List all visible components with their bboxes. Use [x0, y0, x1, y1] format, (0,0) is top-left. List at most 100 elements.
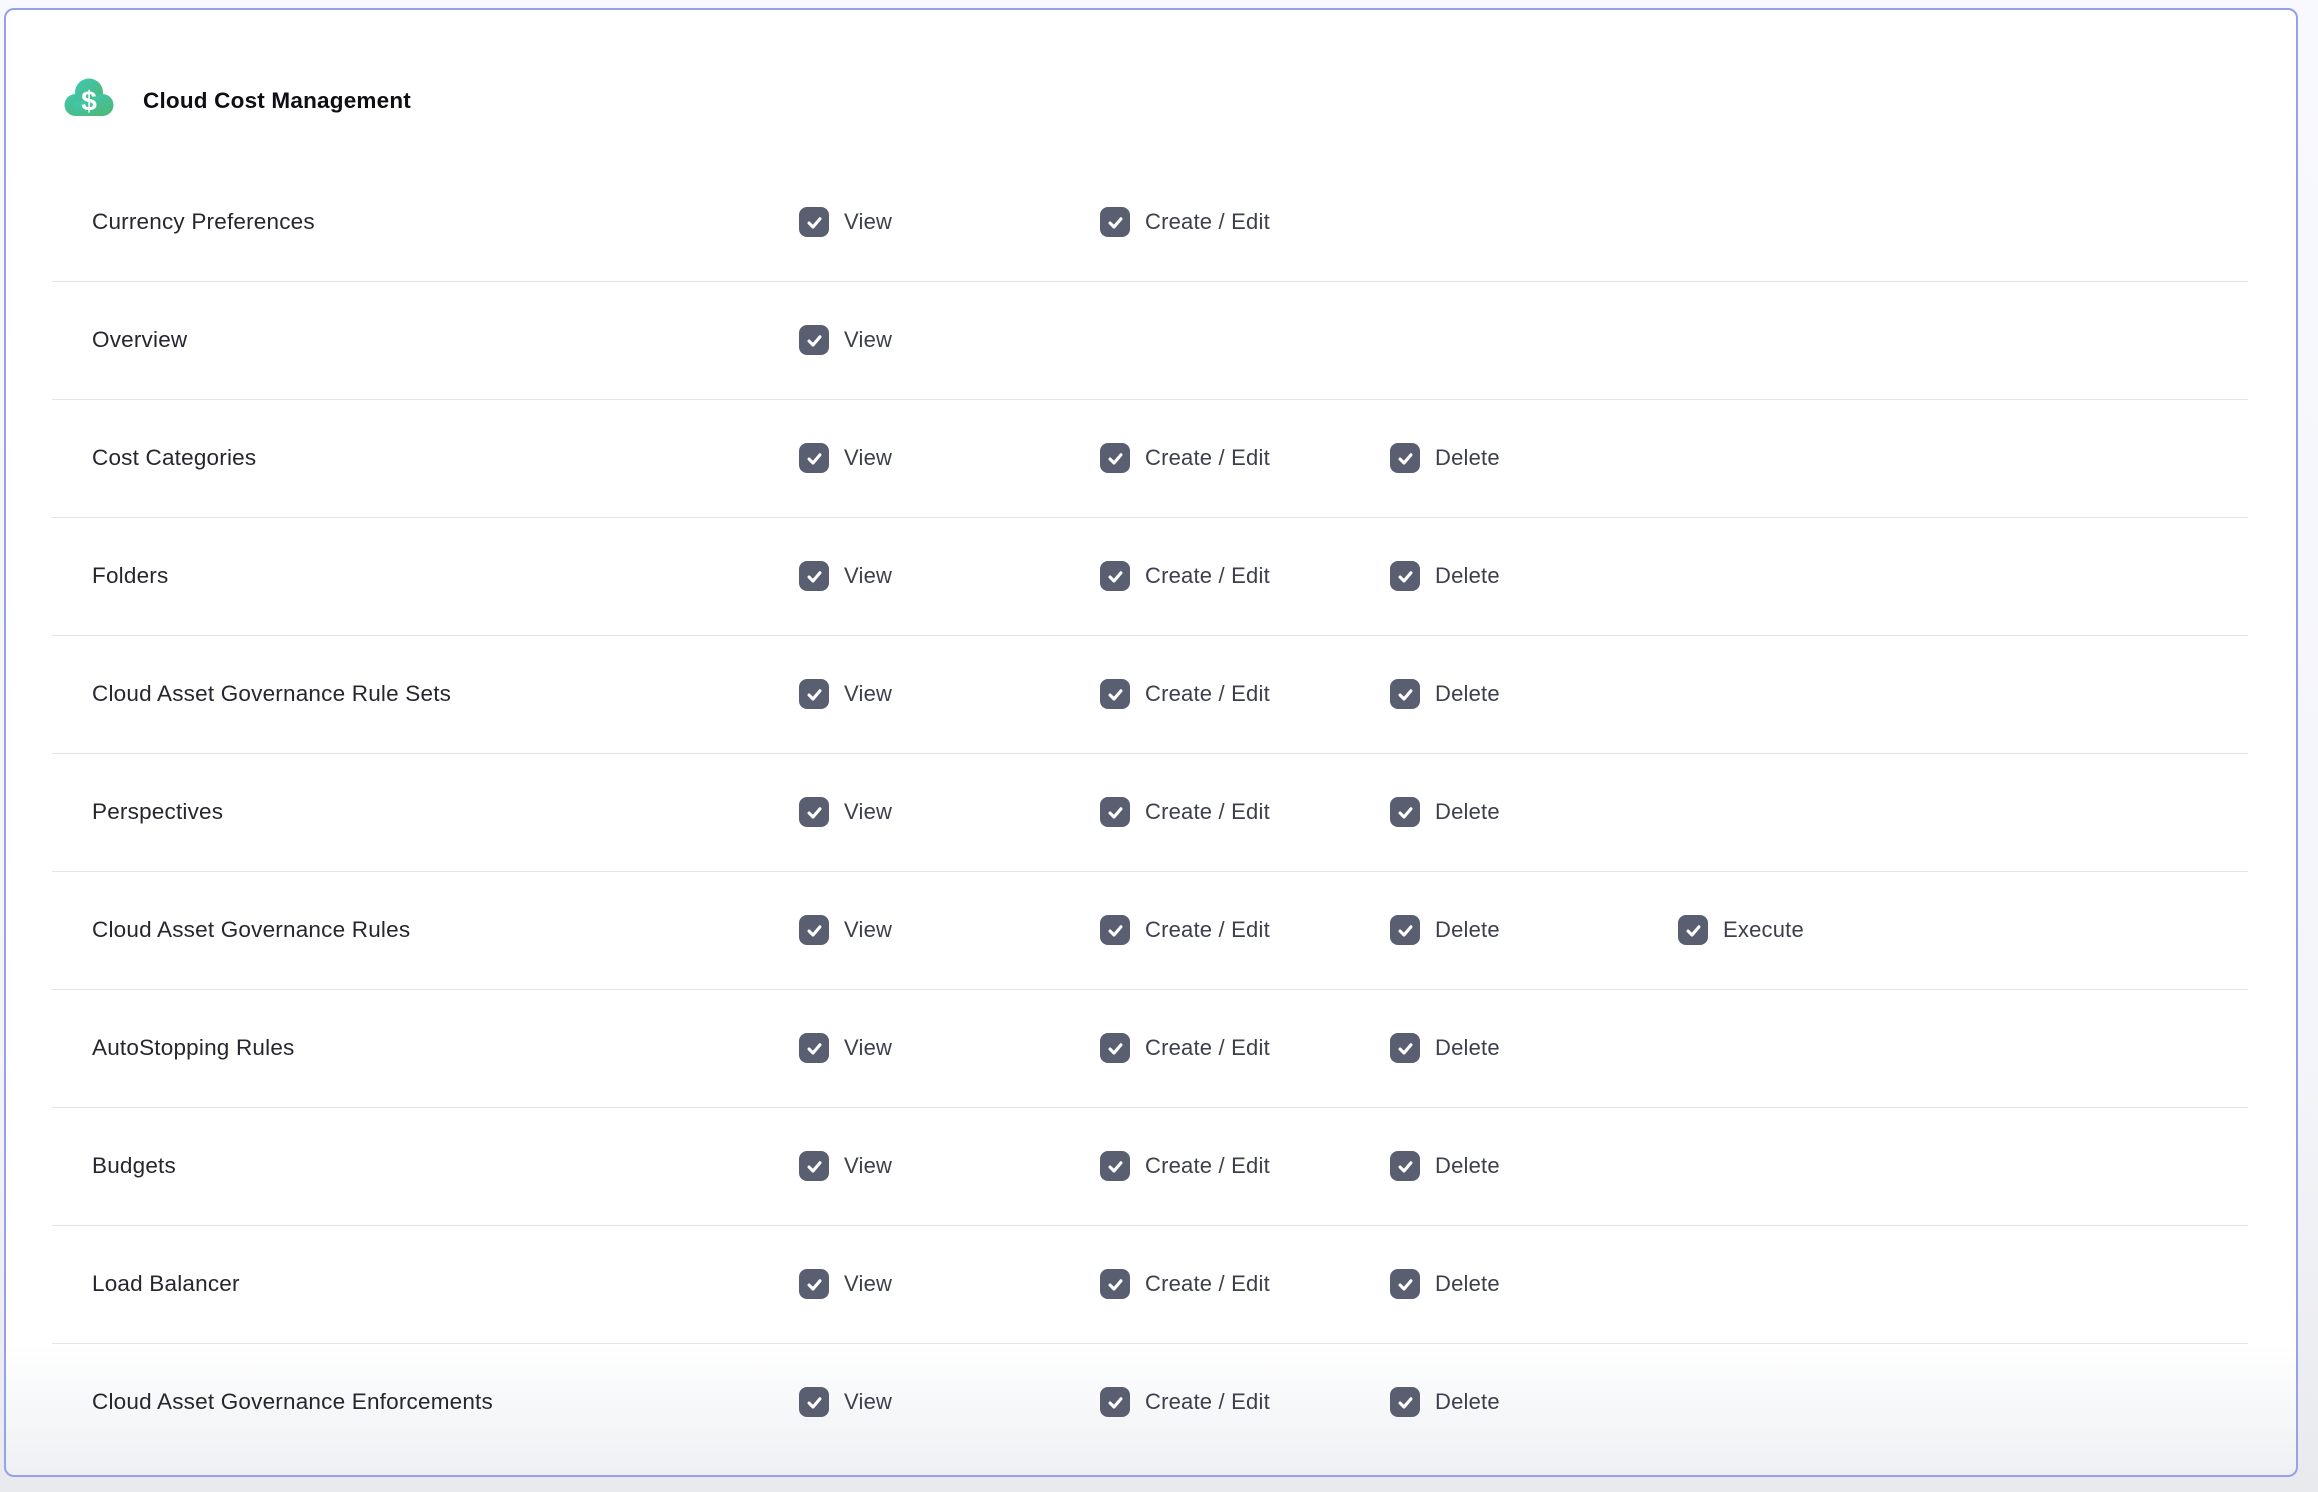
create-edit-checkbox[interactable]	[1100, 679, 1130, 709]
check-icon	[1106, 1393, 1125, 1412]
create-edit-permission[interactable]: Create / Edit	[1100, 1151, 1270, 1181]
permission-label: View	[844, 1271, 892, 1297]
create-edit-checkbox[interactable]	[1100, 1269, 1130, 1299]
delete-checkbox[interactable]	[1390, 679, 1420, 709]
check-icon	[1106, 1039, 1125, 1058]
check-icon	[1106, 921, 1125, 940]
permission-label: Create / Edit	[1145, 563, 1270, 589]
check-icon	[805, 213, 824, 232]
view-checkbox[interactable]	[799, 443, 829, 473]
create-edit-permission[interactable]: Create / Edit	[1100, 1269, 1270, 1299]
permission-label: Delete	[1435, 681, 1500, 707]
check-icon	[805, 449, 824, 468]
delete-permission[interactable]: Delete	[1390, 443, 1500, 473]
delete-permission[interactable]: Delete	[1390, 797, 1500, 827]
delete-permission[interactable]: Delete	[1390, 561, 1500, 591]
view-permission[interactable]: View	[799, 443, 892, 473]
view-checkbox[interactable]	[799, 1151, 829, 1181]
delete-permission[interactable]: Delete	[1390, 1269, 1500, 1299]
create-edit-checkbox[interactable]	[1100, 1033, 1130, 1063]
create-edit-permission[interactable]: Create / Edit	[1100, 1387, 1270, 1417]
check-icon	[1106, 685, 1125, 704]
create-edit-permission[interactable]: Create / Edit	[1100, 443, 1270, 473]
resource-label: Perspectives	[92, 799, 223, 825]
create-edit-checkbox[interactable]	[1100, 1151, 1130, 1181]
permission-label: View	[844, 209, 892, 235]
create-edit-checkbox[interactable]	[1100, 207, 1130, 237]
delete-permission[interactable]: Delete	[1390, 679, 1500, 709]
create-edit-permission[interactable]: Create / Edit	[1100, 915, 1270, 945]
create-edit-checkbox[interactable]	[1100, 915, 1130, 945]
view-checkbox[interactable]	[799, 1387, 829, 1417]
check-icon	[1396, 1393, 1415, 1412]
delete-permission[interactable]: Delete	[1390, 1387, 1500, 1417]
check-icon	[805, 331, 824, 350]
permission-row-autostopping-rules: AutoStopping Rules View Create / Edit De…	[6, 989, 2296, 1107]
delete-checkbox[interactable]	[1390, 561, 1420, 591]
check-icon	[1106, 803, 1125, 822]
create-edit-checkbox[interactable]	[1100, 1387, 1130, 1417]
delete-checkbox[interactable]	[1390, 1269, 1420, 1299]
view-permission[interactable]: View	[799, 1269, 892, 1299]
view-checkbox[interactable]	[799, 797, 829, 827]
delete-checkbox[interactable]	[1390, 797, 1420, 827]
execute-permission[interactable]: Execute	[1678, 915, 1804, 945]
resource-label: AutoStopping Rules	[92, 1035, 295, 1061]
delete-permission[interactable]: Delete	[1390, 915, 1500, 945]
create-edit-permission[interactable]: Create / Edit	[1100, 797, 1270, 827]
resource-label: Folders	[92, 563, 168, 589]
permission-label: Delete	[1435, 1271, 1500, 1297]
permission-label: Delete	[1435, 563, 1500, 589]
delete-checkbox[interactable]	[1390, 1387, 1420, 1417]
view-permission[interactable]: View	[799, 325, 892, 355]
permission-label: View	[844, 563, 892, 589]
create-edit-permission[interactable]: Create / Edit	[1100, 679, 1270, 709]
check-icon	[1396, 803, 1415, 822]
permission-label: View	[844, 681, 892, 707]
create-edit-checkbox[interactable]	[1100, 443, 1130, 473]
view-checkbox[interactable]	[799, 1269, 829, 1299]
view-checkbox[interactable]	[799, 561, 829, 591]
permission-label: Delete	[1435, 445, 1500, 471]
permission-label: Create / Edit	[1145, 209, 1270, 235]
check-icon	[1106, 449, 1125, 468]
delete-permission[interactable]: Delete	[1390, 1151, 1500, 1181]
view-checkbox[interactable]	[799, 679, 829, 709]
create-edit-permission[interactable]: Create / Edit	[1100, 1033, 1270, 1063]
view-permission[interactable]: View	[799, 1151, 892, 1181]
check-icon	[1106, 567, 1125, 586]
execute-checkbox[interactable]	[1678, 915, 1708, 945]
resource-label: Overview	[92, 327, 187, 353]
permission-label: Delete	[1435, 1389, 1500, 1415]
permission-label: Delete	[1435, 799, 1500, 825]
check-icon	[805, 1275, 824, 1294]
view-checkbox[interactable]	[799, 325, 829, 355]
create-edit-checkbox[interactable]	[1100, 797, 1130, 827]
delete-checkbox[interactable]	[1390, 443, 1420, 473]
permission-label: Create / Edit	[1145, 1389, 1270, 1415]
view-permission[interactable]: View	[799, 207, 892, 237]
view-permission[interactable]: View	[799, 1033, 892, 1063]
view-checkbox[interactable]	[799, 207, 829, 237]
create-edit-permission[interactable]: Create / Edit	[1100, 561, 1270, 591]
view-permission[interactable]: View	[799, 1387, 892, 1417]
view-permission[interactable]: View	[799, 679, 892, 709]
permission-label: Create / Edit	[1145, 1271, 1270, 1297]
permission-row-perspectives: Perspectives View Create / Edit Delete	[6, 753, 2296, 871]
permission-label: Execute	[1723, 917, 1804, 943]
delete-checkbox[interactable]	[1390, 915, 1420, 945]
view-permission[interactable]: View	[799, 561, 892, 591]
delete-checkbox[interactable]	[1390, 1033, 1420, 1063]
view-permission[interactable]: View	[799, 915, 892, 945]
check-icon	[1396, 1275, 1415, 1294]
view-permission[interactable]: View	[799, 797, 892, 827]
view-checkbox[interactable]	[799, 1033, 829, 1063]
resource-label: Budgets	[92, 1153, 176, 1179]
delete-permission[interactable]: Delete	[1390, 1033, 1500, 1063]
page-title: Cloud Cost Management	[143, 88, 411, 114]
view-checkbox[interactable]	[799, 915, 829, 945]
check-icon	[805, 1393, 824, 1412]
delete-checkbox[interactable]	[1390, 1151, 1420, 1181]
create-edit-checkbox[interactable]	[1100, 561, 1130, 591]
create-edit-permission[interactable]: Create / Edit	[1100, 207, 1270, 237]
